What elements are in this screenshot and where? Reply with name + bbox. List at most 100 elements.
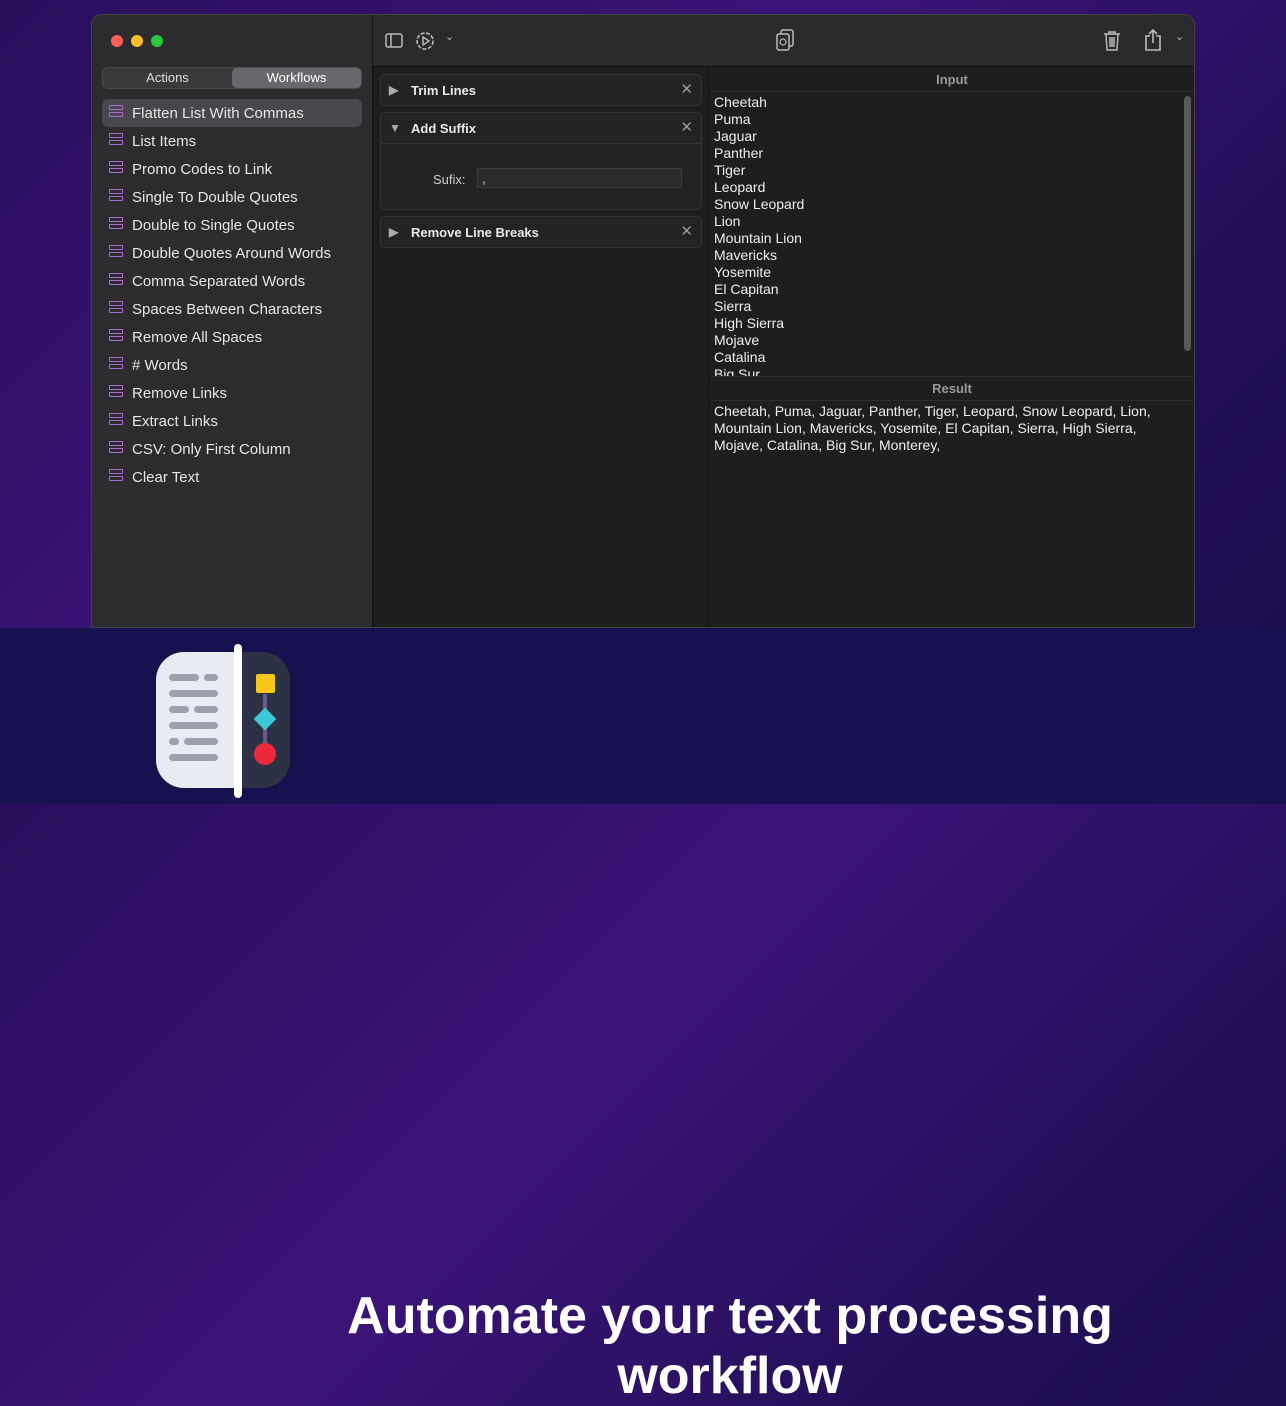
input-line: Yosemite — [714, 264, 772, 280]
result-header: Result — [710, 377, 1194, 401]
input-line: Jaguar — [714, 128, 757, 144]
workflow-list: Flatten List With Commas List Items Promo … — [102, 99, 362, 491]
sidebar-item[interactable]: Remove All Spaces — [102, 323, 362, 351]
sidebar-item[interactable]: Flatten List With Commas — [102, 99, 362, 127]
sidebar-item-label: Extract Links — [132, 412, 218, 430]
input-line: Tiger — [714, 162, 746, 178]
sidebar-item-label: Clear Text — [132, 468, 200, 486]
remove-action-icon[interactable]: ✕ — [680, 222, 693, 240]
sidebar-item-label: CSV: Only First Column — [132, 440, 291, 458]
action-card-remove-line-breaks: ▶ Remove Line Breaks ✕ — [380, 216, 702, 248]
zoom-button[interactable] — [151, 35, 163, 47]
workflow-icon — [108, 300, 124, 318]
trash-icon[interactable] — [1103, 30, 1121, 51]
tab-workflows[interactable]: Workflows — [232, 68, 361, 88]
sidebar-item[interactable]: Comma Separated Words — [102, 267, 362, 295]
sidebar-item-label: Promo Codes to Link — [132, 160, 273, 178]
disclosure-triangle-icon[interactable]: ▶ — [389, 83, 411, 97]
sidebar-item[interactable]: List Items — [102, 127, 362, 155]
sidebar-item-label: Remove Links — [132, 384, 228, 402]
input-line: El Capitan — [714, 281, 779, 297]
workflow-icon — [108, 132, 124, 150]
sidebar-segmented-control: Actions Workflows — [102, 67, 362, 89]
workflow-icon — [108, 188, 124, 206]
sidebar-item-label: Double to Single Quotes — [132, 216, 295, 234]
workflow-icon — [108, 412, 124, 430]
workflow-icon — [108, 104, 124, 122]
text-panes: Input Cheetah Puma Jaguar Panther Tiger Leopa… — [710, 68, 1194, 627]
action-pipeline: ▶Trim Lines✕ ▼Add Suffix✕ Sufix: ▶Remove… — [374, 68, 709, 627]
close-button[interactable] — [111, 35, 123, 47]
sidebar-item[interactable]: Single To Double Quotes — [102, 183, 362, 211]
sidebar-item[interactable]: Double Quotes Around Words — [102, 239, 362, 267]
share-icon[interactable] — [1144, 28, 1162, 52]
input-header: Input — [710, 68, 1194, 92]
copy-result-icon[interactable] — [775, 29, 795, 51]
input-line: Puma — [714, 111, 751, 127]
chevron-down-icon[interactable]: ⌄ — [445, 30, 454, 43]
input-textarea[interactable]: Cheetah Puma Jaguar Panther Tiger Leopard Snow… — [710, 92, 1194, 377]
scrollbar[interactable] — [1184, 96, 1191, 351]
input-line: Sierra — [714, 298, 752, 314]
action-title: Trim Lines — [411, 82, 477, 98]
tab-actions[interactable]: Actions — [103, 68, 232, 88]
action-title: Remove Line Breaks — [411, 224, 539, 240]
window-controls — [111, 35, 163, 47]
workflow-icon — [108, 356, 124, 374]
disclosure-triangle-icon[interactable]: ▼ — [389, 121, 411, 135]
action-card-add-suffix: ▼ Add Suffix ✕ Sufix: — [380, 112, 702, 210]
sidebar-item[interactable]: Spaces Between Characters — [102, 295, 362, 323]
promo-banner: Automate your text processing workflow — [0, 628, 1286, 1405]
app-logo-icon — [156, 644, 290, 798]
run-workflow-icon[interactable] — [415, 31, 435, 51]
remove-action-icon[interactable]: ✕ — [680, 80, 693, 98]
input-line: Mountain Lion — [714, 230, 802, 246]
sidebar-item[interactable]: CSV: Only First Column — [102, 435, 362, 463]
workflow-icon — [108, 328, 124, 346]
sidebar-item[interactable]: Extract Links — [102, 407, 362, 435]
banner-headline: Automate your text processing workflow — [347, 1287, 1113, 1405]
sidebar-item-label: # Words — [132, 356, 188, 374]
workflow-icon — [108, 160, 124, 178]
toolbar: ⌄ ⌄ — [373, 15, 1194, 67]
result-text[interactable]: Cheetah, Puma, Jaguar, Panther, Tiger, L… — [710, 401, 1194, 454]
input-line: Catalina — [714, 349, 766, 365]
sidebar-item-label: Double Quotes Around Words — [132, 244, 332, 262]
input-line: Panther — [714, 145, 764, 161]
chevron-down-icon[interactable]: ⌄ — [1175, 30, 1184, 43]
sidebar: Actions Workflows Flatten List With Comm… — [92, 15, 373, 627]
sidebar-item-label: Single To Double Quotes — [132, 188, 298, 206]
sidebar-item[interactable]: Clear Text — [102, 463, 362, 491]
suffix-label: Sufix: — [433, 172, 466, 187]
input-line: Mavericks — [714, 247, 778, 263]
minimize-button[interactable] — [131, 35, 143, 47]
action-card-trim-lines: ▶ Trim Lines ✕ — [380, 74, 702, 106]
workflow-icon — [108, 440, 124, 458]
sidebar-item-label: Flatten List With Commas — [132, 104, 304, 122]
remove-action-icon[interactable]: ✕ — [680, 118, 693, 136]
suffix-input[interactable] — [477, 168, 682, 188]
sidebar-toggle-icon[interactable] — [385, 33, 403, 48]
sidebar-item-label: Spaces Between Characters — [132, 300, 323, 318]
input-line: High Sierra — [714, 315, 785, 331]
workflow-icon — [108, 468, 124, 486]
sidebar-item[interactable]: Promo Codes to Link — [102, 155, 362, 183]
input-line: Mojave — [714, 332, 760, 348]
sidebar-item[interactable]: Double to Single Quotes — [102, 211, 362, 239]
input-line: Snow Leopard — [714, 196, 805, 212]
sidebar-item-label: List Items — [132, 132, 197, 150]
disclosure-triangle-icon[interactable]: ▶ — [389, 225, 411, 239]
input-line: Big Sur — [714, 366, 760, 377]
action-title: Add Suffix — [411, 120, 476, 136]
input-line: Leopard — [714, 179, 766, 195]
workflow-icon — [108, 244, 124, 262]
input-line: Cheetah — [714, 94, 767, 110]
sidebar-item[interactable]: # Words — [102, 351, 362, 379]
input-line: Lion — [714, 213, 741, 229]
sidebar-item[interactable]: Remove Links — [102, 379, 362, 407]
workflow-icon — [108, 384, 124, 402]
sidebar-item-label: Remove All Spaces — [132, 328, 263, 346]
workflow-icon — [108, 272, 124, 290]
workflow-icon — [108, 216, 124, 234]
app-window: Actions Workflows Flatten List With Comm… — [91, 14, 1195, 628]
